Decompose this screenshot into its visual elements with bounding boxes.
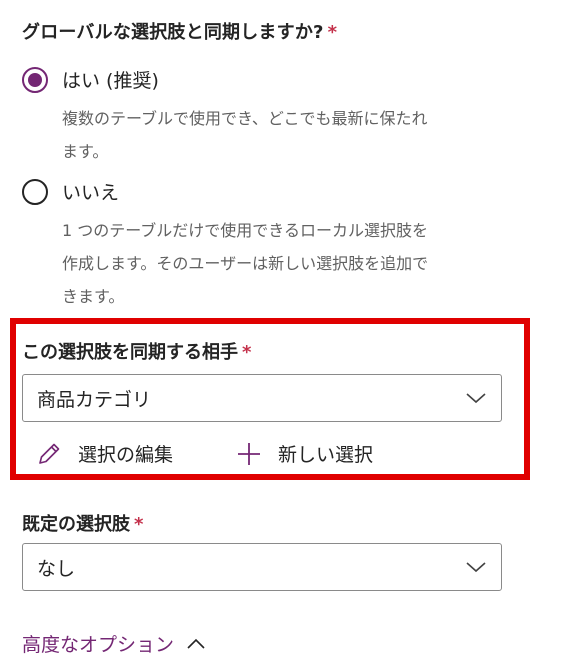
new-choice-label: 新しい選択: [278, 444, 374, 466]
description-line: 作成します。そのユーザーは新しい選択肢を追加で: [62, 254, 429, 273]
chevron-up-icon: [187, 638, 205, 649]
default-choice-dropdown[interactable]: なし: [22, 543, 502, 591]
description-line: 1 つのテーブルだけで使用できるローカル選択肢を: [62, 221, 428, 240]
sync-with-title: この選択肢を同期する相手 *: [22, 338, 251, 364]
required-mark: *: [327, 22, 338, 43]
default-choice-title: 既定の選択肢 *: [22, 510, 143, 536]
default-choice-label: 既定の選択肢: [22, 514, 130, 535]
sync-with-dropdown[interactable]: 商品カテゴリ: [22, 374, 502, 422]
radio-no-description: 1 つのテーブルだけで使用できるローカル選択肢を 作成します。そのユーザーは新し…: [62, 214, 502, 313]
radio-no[interactable]: いいえ: [22, 178, 119, 205]
description-line: ます。: [62, 142, 109, 161]
edit-choice-button[interactable]: 選択の編集: [36, 440, 173, 467]
radio-yes-description: 複数のテーブルで使用でき、どこでも最新に保たれ ます。: [62, 102, 502, 168]
sync-question-text: グローバルな選択肢と同期しますか?: [22, 22, 324, 43]
radio-no-circle[interactable]: [22, 178, 48, 205]
required-mark: *: [134, 514, 144, 535]
description-line: きます。: [62, 287, 125, 306]
edit-choice-label: 選択の編集: [78, 444, 174, 466]
advanced-options-label: 高度なオプション: [22, 634, 175, 656]
new-choice-button[interactable]: 新しい選択: [236, 440, 373, 467]
sync-with-value: 商品カテゴリ: [37, 388, 152, 411]
advanced-options-toggle[interactable]: 高度なオプション: [22, 630, 206, 657]
description-line: 複数のテーブルで使用でき、どこでも最新に保たれ: [62, 109, 428, 128]
chevron-down-icon: [466, 562, 486, 573]
pencil-icon: [39, 443, 60, 464]
radio-yes-label: はい (推奨): [62, 70, 159, 92]
radio-yes-circle[interactable]: [22, 66, 48, 93]
sync-question-title: グローバルな選択肢と同期しますか? *: [22, 18, 337, 44]
sync-with-label: この選択肢を同期する相手: [22, 342, 238, 363]
default-choice-value: なし: [37, 557, 76, 580]
radio-selected-dot: [28, 72, 42, 87]
chevron-down-icon: [466, 393, 486, 404]
radio-no-label: いいえ: [62, 182, 120, 204]
radio-yes[interactable]: はい (推奨): [22, 66, 159, 93]
plus-icon: [238, 442, 260, 465]
required-mark: *: [242, 342, 252, 363]
